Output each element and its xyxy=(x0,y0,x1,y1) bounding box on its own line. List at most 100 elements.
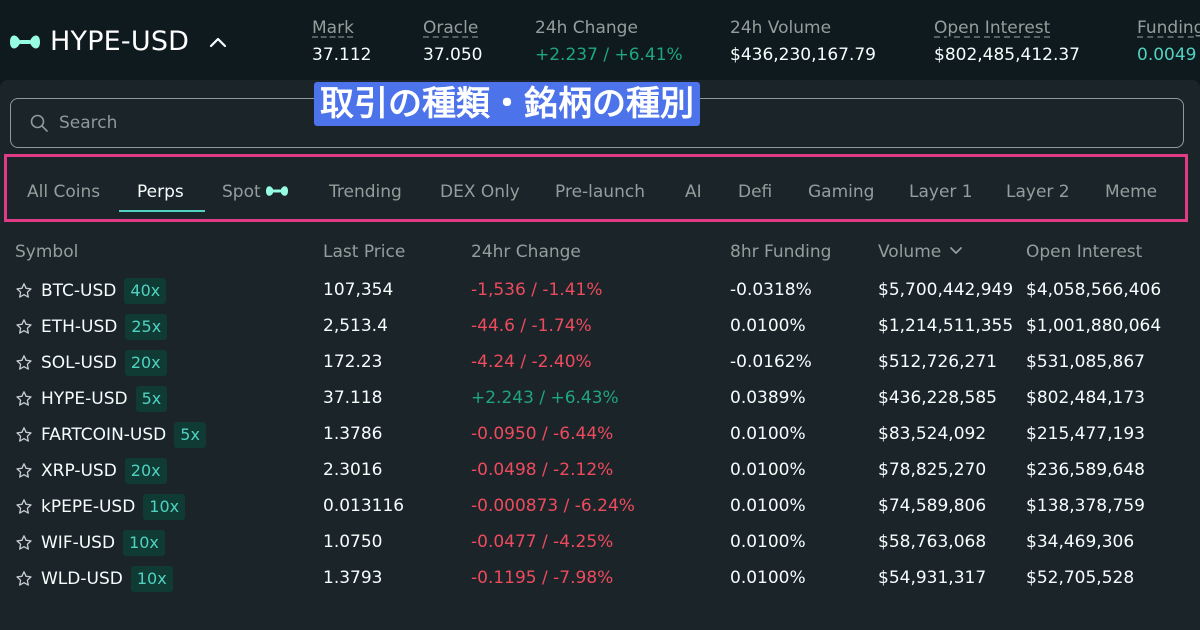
column-header-8hr-funding[interactable]: 8hr Funding xyxy=(730,242,831,262)
funding-cell: 0.0100% xyxy=(730,496,806,516)
star-icon[interactable] xyxy=(15,390,33,408)
stat-24h-volume: 24h Volume $436,230,167.79 xyxy=(730,18,876,65)
stat-value: 37.050 xyxy=(423,45,483,65)
table-row[interactable]: ETH-USD 25x 2,513.4 -44.6 / -1.74% 0.0100% $1… xyxy=(0,308,1200,344)
open-interest-cell: $215,477,193 xyxy=(1026,424,1145,444)
table-row[interactable]: FARTCOIN-USD 5x 1.3786 -0.0950 / -6.44% 0.01… xyxy=(0,416,1200,452)
stat-label: 24h Volume xyxy=(730,18,832,38)
column-header-volume[interactable]: Volume xyxy=(878,242,963,262)
stat-value: $436,230,167.79 xyxy=(730,45,877,65)
star-icon[interactable] xyxy=(15,534,33,552)
change-cell: -0.000873 / -6.24% xyxy=(471,496,635,516)
change-cell: -0.1195 / -7.98% xyxy=(471,568,614,588)
open-interest-cell: $52,705,528 xyxy=(1026,568,1135,588)
symbol-name: kPEPE-USD xyxy=(41,497,136,517)
symbol-name: HYPE-USD xyxy=(41,389,128,409)
change-cell: +2.243 / +6.43% xyxy=(471,388,619,408)
pair-selector[interactable]: HYPE-USD xyxy=(8,26,229,57)
symbol-cell: HYPE-USD 5x xyxy=(41,386,168,412)
leverage-badge: 20x xyxy=(124,458,167,484)
open-interest-cell: $1,001,880,064 xyxy=(1026,316,1162,336)
star-icon[interactable] xyxy=(15,426,33,444)
symbol-cell: BTC-USD 40x xyxy=(41,278,167,304)
symbol-cell: XRP-USD 20x xyxy=(41,458,167,484)
change-cell: -44.6 / -1.74% xyxy=(471,316,592,336)
change-cell: -0.0950 / -6.44% xyxy=(471,424,614,444)
table-row[interactable]: SOL-USD 20x 172.23 -4.24 / -2.40% -0.0162% $5… xyxy=(0,344,1200,380)
column-header-open-interest[interactable]: Open Interest xyxy=(1026,242,1142,262)
stat-label: Open Interest xyxy=(934,18,1051,38)
stat-open-interest: Open Interest $802,485,412.37 xyxy=(934,18,1080,65)
star-icon[interactable] xyxy=(15,318,33,336)
column-header-24hr-change[interactable]: 24hr Change xyxy=(471,242,581,262)
change-cell: -0.0477 / -4.25% xyxy=(471,532,614,552)
change-cell: -0.0498 / -2.12% xyxy=(471,460,614,480)
leverage-badge: 25x xyxy=(125,314,168,340)
volume-cell: $436,228,585 xyxy=(878,388,997,408)
leverage-badge: 5x xyxy=(135,386,168,412)
symbol-cell: kPEPE-USD 10x xyxy=(41,494,186,520)
funding-cell: 0.0389% xyxy=(730,388,806,408)
volume-cell: $54,931,317 xyxy=(878,568,987,588)
funding-cell: 0.0100% xyxy=(730,460,806,480)
leverage-badge: 40x xyxy=(124,278,167,304)
star-icon[interactable] xyxy=(15,462,33,480)
funding-cell: 0.0100% xyxy=(730,532,806,552)
symbol-name: ETH-USD xyxy=(41,317,118,337)
last-price-cell: 172.23 xyxy=(323,352,383,372)
column-header-label: Volume xyxy=(878,242,942,262)
tab-defi[interactable]: Defi xyxy=(738,172,772,212)
tab-ai[interactable]: AI xyxy=(685,172,702,212)
pair-name: HYPE-USD xyxy=(50,26,190,57)
column-header-symbol[interactable]: Symbol xyxy=(15,242,78,262)
table-row[interactable]: kPEPE-USD 10x 0.013116 -0.000873 / -6.24% 0.… xyxy=(0,488,1200,524)
star-icon[interactable] xyxy=(15,354,33,372)
symbol-name: SOL-USD xyxy=(41,353,117,373)
category-tabs: All Coins Perps Spot Trending DEX Only P… xyxy=(10,172,1180,212)
tab-all-coins[interactable]: All Coins xyxy=(27,172,100,212)
star-icon[interactable] xyxy=(15,570,33,588)
stat-label: Oracle xyxy=(423,18,479,38)
funding-cell: 0.0100% xyxy=(730,568,806,588)
table-row[interactable]: WLD-USD 10x 1.3793 -0.1195 / -7.98% 0.0100% $… xyxy=(0,560,1200,596)
tab-trending[interactable]: Trending xyxy=(329,172,402,212)
tab-meme[interactable]: Meme xyxy=(1105,172,1157,212)
stat-funding: Funding 0.0049 xyxy=(1137,18,1200,65)
open-interest-cell: $802,484,173 xyxy=(1026,388,1145,408)
change-cell: -1,536 / -1.41% xyxy=(471,280,603,300)
stat-label: Funding xyxy=(1137,18,1200,38)
volume-cell: $74,589,806 xyxy=(878,496,987,516)
stat-value: 0.0049 xyxy=(1137,45,1197,65)
volume-cell: $5,700,442,949 xyxy=(878,280,1014,300)
table-row[interactable]: HYPE-USD 5x 37.118 +2.243 / +6.43% 0.0389% $4… xyxy=(0,380,1200,416)
tab-pre-launch[interactable]: Pre-launch xyxy=(555,172,645,212)
tab-layer-2[interactable]: Layer 2 xyxy=(1006,172,1070,212)
table-header: Symbol Last Price 24hr Change 8hr Fundin… xyxy=(0,242,1200,266)
open-interest-cell: $138,378,759 xyxy=(1026,496,1145,516)
stat-value: $802,485,412.37 xyxy=(934,45,1081,65)
star-icon[interactable] xyxy=(15,282,33,300)
open-interest-cell: $236,589,648 xyxy=(1026,460,1145,480)
stat-oracle: Oracle 37.050 xyxy=(423,18,482,65)
chevron-up-icon[interactable] xyxy=(207,31,229,53)
star-icon[interactable] xyxy=(15,498,33,516)
last-price-cell: 1.3786 xyxy=(323,424,383,444)
open-interest-cell: $34,469,306 xyxy=(1026,532,1135,552)
table-row[interactable]: BTC-USD 40x 107,354 -1,536 / -1.41% -0.0318%… xyxy=(0,272,1200,308)
tab-perps[interactable]: Perps xyxy=(137,172,184,212)
leverage-badge: 20x xyxy=(124,350,167,376)
column-header-last-price[interactable]: Last Price xyxy=(323,242,405,262)
leverage-badge: 10x xyxy=(123,530,165,556)
leverage-badge: 10x xyxy=(130,566,173,592)
tab-dex-only[interactable]: DEX Only xyxy=(440,172,520,212)
table-row[interactable]: XRP-USD 20x 2.3016 -0.0498 / -2.12% 0.0100% $… xyxy=(0,452,1200,488)
tab-gaming[interactable]: Gaming xyxy=(808,172,874,212)
last-price-cell: 37.118 xyxy=(323,388,383,408)
leverage-badge: 10x xyxy=(143,494,186,520)
last-price-cell: 0.013116 xyxy=(323,496,405,516)
symbol-cell: SOL-USD 20x xyxy=(41,350,167,376)
annotation-caption: 取引の種類・銘柄の種別 xyxy=(314,82,700,126)
table-row[interactable]: WIF-USD 10x 1.0750 -0.0477 / -4.25% 0.0100% $… xyxy=(0,524,1200,560)
tab-spot[interactable]: Spot xyxy=(222,172,289,212)
tab-layer-1[interactable]: Layer 1 xyxy=(909,172,973,212)
